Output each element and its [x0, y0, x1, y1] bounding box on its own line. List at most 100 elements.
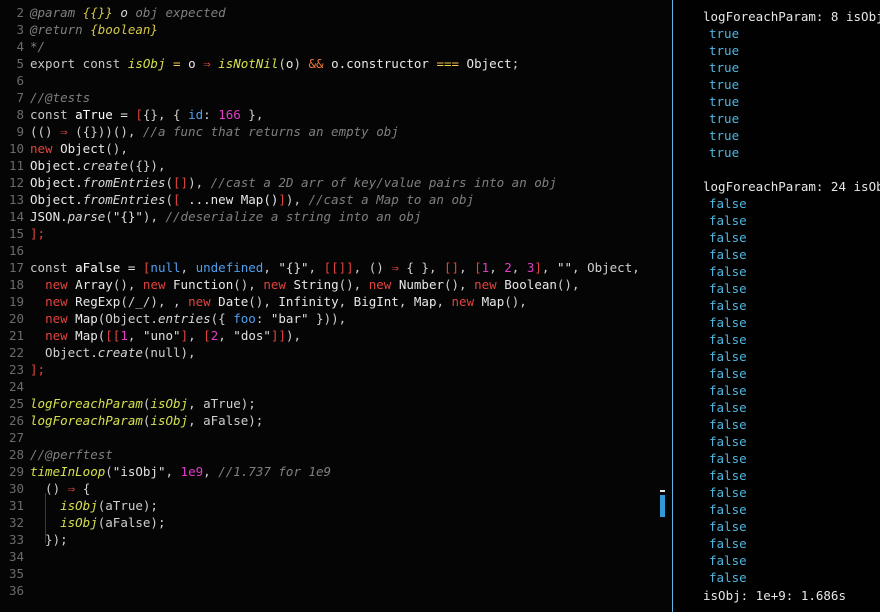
code-line[interactable]: 11 Object.create({}), [0, 157, 166, 174]
code-line[interactable]: 13 Object.fromEntries([ ...new Map()]), /… [0, 191, 474, 208]
code-token: Object. [30, 192, 83, 207]
code-token: (aTrue); [97, 498, 158, 513]
code-token: ) [293, 56, 301, 71]
code-text: ]; [30, 225, 45, 242]
code-token: }, [240, 107, 264, 122]
code-line[interactable]: 3 @return {boolean} [0, 21, 157, 38]
line-number: 26 [8, 413, 24, 428]
output-value: false [709, 570, 747, 585]
line-number: 10 [8, 141, 24, 156]
code-token: Boolean [504, 277, 557, 292]
code-token: new [142, 277, 174, 292]
line-number: 2 [16, 5, 24, 20]
code-line[interactable]: 8 const aTrue = [{}, { id: 166 }, [0, 106, 263, 123]
code-token: () [30, 481, 68, 496]
code-line[interactable]: 36 [0, 582, 30, 599]
code-token: new [30, 141, 61, 156]
code-text: new Object(), [30, 140, 128, 157]
code-token: ({}), [127, 158, 166, 173]
code-text: export const isObj = o ⇒ isNotNil(o) && … [30, 55, 519, 72]
code-line[interactable]: 14 JSON.parse("{}"), //deserialize a stri… [0, 208, 421, 225]
code-line[interactable]: 27 [0, 429, 30, 446]
code-line[interactable]: 5 export const isObj = o ⇒ isNotNil(o) &&… [0, 55, 519, 72]
code-line[interactable]: 29 timeInLoop("isObj", 1e9, //1.737 for 1… [0, 463, 331, 480]
code-token: && [300, 56, 332, 71]
code-line[interactable]: 12 Object.fromEntries([]), //cast a 2D ar… [0, 174, 557, 191]
code-token: //@tests [30, 90, 91, 105]
code-token: foo [233, 311, 256, 326]
line-number: 8 [16, 107, 24, 122]
code-editor[interactable]: 2 @param {{}} o obj expected 3 @return {boo… [0, 0, 672, 612]
code-token: ⇒ [203, 56, 211, 71]
code-token: (), [105, 141, 128, 156]
code-token: create [82, 158, 128, 173]
code-line[interactable]: 20 new Map(Object.entries({ foo: "bar" }… [0, 310, 346, 327]
code-token: [ [135, 107, 143, 122]
code-token: : [203, 107, 219, 122]
output-value: false [709, 230, 747, 245]
code-line[interactable]: 28 //@perftest [0, 446, 113, 463]
code-line[interactable]: 24 [0, 378, 30, 395]
code-line[interactable]: 25 logForeachParam(isObj, aTrue); [0, 395, 256, 412]
code-line[interactable]: 23]; [0, 361, 45, 378]
code-line[interactable]: 18 new Array(), new Function(), new Stri… [0, 276, 580, 293]
code-text: new RegExp(/_/), , new Date(), Infinity,… [30, 293, 527, 310]
code-token: {}, { [142, 107, 189, 122]
code-text: logForeachParam(isObj, aTrue); [30, 395, 256, 412]
code-line[interactable]: 15]; [0, 225, 45, 242]
code-token: String [293, 277, 339, 292]
code-line[interactable]: 2 @param {{}} o obj expected [0, 4, 225, 21]
code-text: const aFalse = [null, undefined, "{}", [… [30, 259, 640, 276]
code-token: new [45, 294, 76, 309]
code-token: new [368, 277, 399, 292]
line-number: 7 [16, 90, 24, 105]
line-number: 18 [8, 277, 24, 292]
code-token: (), [112, 277, 143, 292]
code-line[interactable]: 34 [0, 548, 30, 565]
code-line[interactable]: 31 isObj(aTrue); [0, 497, 158, 514]
line-number: 23 [8, 362, 24, 377]
code-token: ), [142, 209, 166, 224]
code-token: "isObj" [112, 464, 166, 479]
code-token: isNotNil [210, 56, 279, 71]
code-line[interactable]: 33 }); [0, 531, 68, 548]
scrollbar-thumb[interactable] [660, 495, 665, 517]
code-text: isObj(aTrue); [30, 497, 158, 514]
code-token: null [150, 260, 181, 275]
code-token: [[]] [323, 260, 354, 275]
code-line[interactable]: 35 [0, 565, 30, 582]
code-token: Number [398, 277, 444, 292]
code-line[interactable]: 10 new Object(), [0, 140, 128, 157]
code-line[interactable]: 22 Object.create(null), [0, 344, 196, 361]
code-line[interactable]: 32 isObj(aFalse); [0, 514, 166, 531]
code-line[interactable]: 9 (() ⇒ ({}))(), //a func that returns an… [0, 123, 398, 140]
code-line[interactable]: 17 const aFalse = [null, undefined, "{}",… [0, 259, 640, 276]
code-token: logForeachParam [30, 396, 143, 411]
code-line[interactable]: 16 [0, 242, 30, 259]
code-token: id [188, 107, 204, 122]
output-value: false [709, 332, 747, 347]
code-line[interactable]: 7 //@tests [0, 89, 90, 106]
code-token: undefined [195, 260, 264, 275]
output-value: false [709, 553, 747, 568]
code-token: isObj [60, 498, 98, 513]
code-line[interactable]: 4 */ [0, 38, 45, 55]
code-line[interactable]: 26 logForeachParam(isObj, aFalse); [0, 412, 263, 429]
code-token: : [255, 311, 271, 326]
code-line[interactable]: 6 [0, 72, 30, 89]
code-text: new Array(), new Function(), new String(… [30, 276, 579, 293]
line-number: 25 [8, 396, 24, 411]
line-number: 15 [8, 226, 24, 241]
output-value: false [709, 434, 747, 449]
line-number: 14 [8, 209, 24, 224]
output-timing: isObj: 1e+9: 1.686s [703, 588, 846, 603]
code-token: //@perftest [30, 447, 113, 462]
code-token: , [180, 260, 196, 275]
code-text: const aTrue = [{}, { id: 166 }, [30, 106, 263, 123]
output-value: false [709, 519, 747, 534]
code-line[interactable]: 21 new Map([[1, "uno"], [2, "dos"]]), [0, 327, 301, 344]
output-value: true [709, 111, 740, 126]
code-line[interactable]: 19 new RegExp(/_/), , new Date(), Infini… [0, 293, 527, 310]
output-value: false [709, 213, 747, 228]
code-token: = [165, 56, 189, 71]
